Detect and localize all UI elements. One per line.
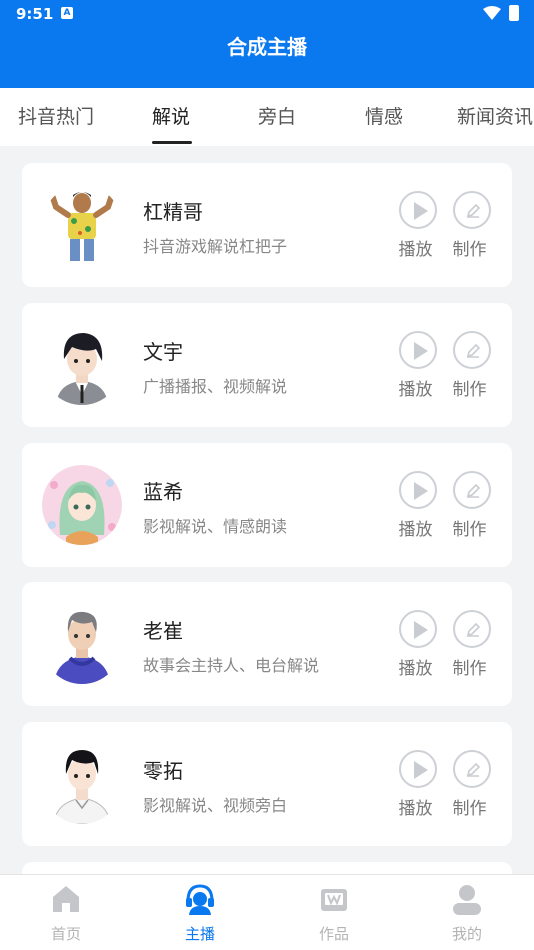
profile-icon <box>453 885 481 915</box>
play-button[interactable]: 播放 <box>398 471 438 540</box>
make-button[interactable]: 制作 <box>452 191 492 260</box>
edit-icon <box>466 623 480 637</box>
anchor-card[interactable]: 零拓 影视解说、视频旁白 播放 制作 <box>22 722 512 846</box>
anchor-card[interactable]: 老崔 故事会主持人、电台解说 播放 制作 <box>22 582 512 706</box>
make-label: 制作 <box>452 520 487 540</box>
make-label: 制作 <box>452 240 487 260</box>
play-button[interactable]: 播放 <box>398 750 438 819</box>
anchor-name: 蓝希 <box>143 480 183 504</box>
play-label: 播放 <box>398 520 433 540</box>
anchor-desc: 影视解说、情感朗读 <box>143 517 288 536</box>
anchor-desc: 故事会主持人、电台解说 <box>143 656 320 675</box>
play-icon <box>414 202 428 220</box>
nav-home[interactable]: 首页 <box>26 875 106 950</box>
anchor-card[interactable]: 蓝希 影视解说、情感朗读 播放 制作 <box>22 443 512 567</box>
edit-icon <box>466 484 480 498</box>
play-icon <box>414 342 428 360</box>
nav-works-label: 作品 <box>318 925 349 943</box>
avatar <box>42 604 122 684</box>
anchor-card[interactable]: 文宇 广播播报、视频解说 播放 制作 <box>22 303 512 427</box>
home-icon <box>53 886 79 912</box>
play-icon <box>414 621 428 639</box>
works-icon <box>321 889 347 911</box>
tab-commentary[interactable]: 解说 <box>152 88 190 146</box>
make-button[interactable]: 制作 <box>452 610 492 679</box>
nav-anchor[interactable]: 主播 <box>160 875 240 950</box>
edit-icon <box>466 763 480 777</box>
anchor-desc: 影视解说、视频旁白 <box>143 796 288 815</box>
play-icon <box>414 482 428 500</box>
anchor-name: 杠精哥 <box>143 200 203 224</box>
app-bar: 合成主播 <box>0 28 534 88</box>
active-tab-indicator <box>152 141 192 144</box>
make-button[interactable]: 制作 <box>452 331 492 400</box>
nav-profile-label: 我的 <box>451 925 482 943</box>
make-label: 制作 <box>452 659 487 679</box>
avatar <box>42 744 122 824</box>
edit-icon <box>466 204 480 218</box>
avatar <box>42 185 122 265</box>
anchor-card[interactable]: 杠精哥 抖音游戏解说杠把子 播放 制作 <box>22 163 512 287</box>
bottom-nav: 首页 主播 作品 我的 <box>0 874 534 950</box>
anchor-desc: 广播播报、视频解说 <box>143 377 288 396</box>
headset-icon <box>186 884 214 915</box>
anchor-name: 文宇 <box>143 340 183 364</box>
nav-profile[interactable]: 我的 <box>427 875 507 950</box>
tab-news[interactable]: 新闻资讯 <box>457 88 533 146</box>
nav-anchor-label: 主播 <box>184 925 215 943</box>
make-button[interactable]: 制作 <box>452 471 492 540</box>
anchor-name: 零拓 <box>143 759 183 783</box>
avatar <box>42 325 122 405</box>
anchor-list: 杠精哥 抖音游戏解说杠把子 播放 制作 文宇 广播播报、视频解说 播放 制作 蓝… <box>0 146 534 874</box>
play-label: 播放 <box>398 240 433 260</box>
make-button[interactable]: 制作 <box>452 750 492 819</box>
play-label: 播放 <box>398 380 433 400</box>
play-label: 播放 <box>398 659 433 679</box>
anchor-name: 老崔 <box>143 619 183 643</box>
nav-home-label: 首页 <box>50 925 81 943</box>
play-button[interactable]: 播放 <box>398 191 438 260</box>
tab-narration[interactable]: 旁白 <box>258 88 296 146</box>
play-icon <box>414 761 428 779</box>
edit-icon <box>466 344 480 358</box>
avatar <box>42 465 122 545</box>
make-label: 制作 <box>452 799 487 819</box>
category-tabs: 抖音热门 解说 旁白 情感 新闻资讯 <box>0 88 534 146</box>
tab-douyin-hot[interactable]: 抖音热门 <box>18 88 94 146</box>
nav-works[interactable]: 作品 <box>294 875 374 950</box>
tab-emotion[interactable]: 情感 <box>365 88 403 146</box>
anchor-card[interactable] <box>22 862 512 874</box>
play-button[interactable]: 播放 <box>398 610 438 679</box>
make-label: 制作 <box>452 380 487 400</box>
anchor-desc: 抖音游戏解说杠把子 <box>143 237 288 256</box>
play-button[interactable]: 播放 <box>398 331 438 400</box>
page-title: 合成主播 <box>227 35 307 59</box>
play-label: 播放 <box>398 799 433 819</box>
